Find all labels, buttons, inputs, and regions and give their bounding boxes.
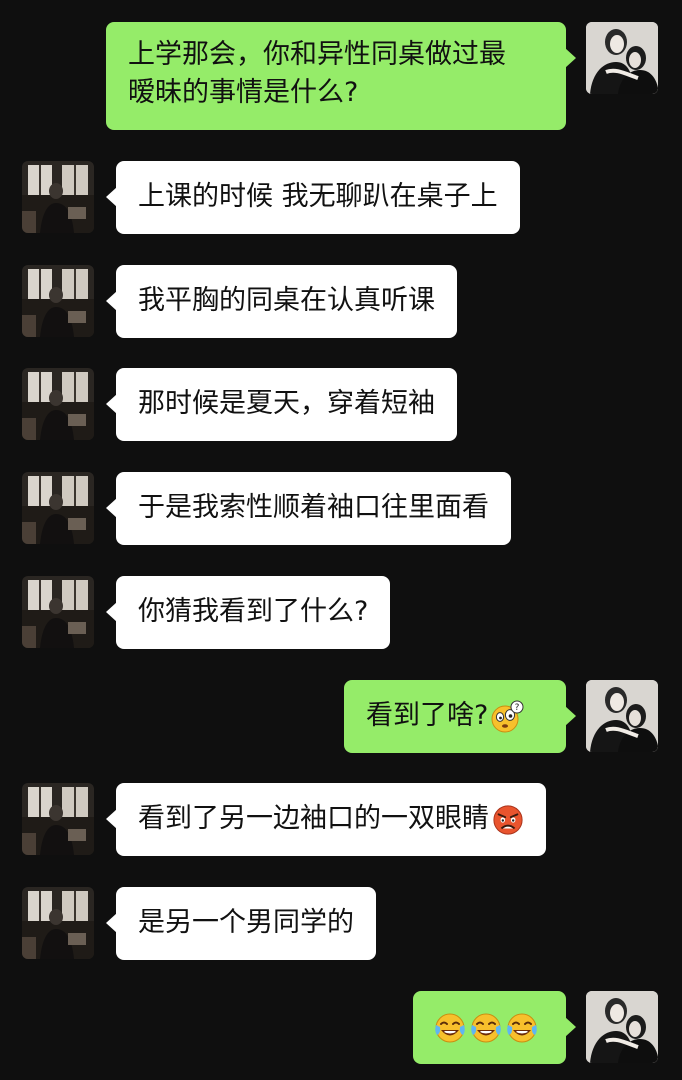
message-text: 看到了另一边袖口的一双眼睛 <box>138 803 489 834</box>
message-bubble-other[interactable]: 我平胸的同桌在认真听课 <box>106 265 457 338</box>
message-row-other: 上课的时候 我无聊趴在桌子上 <box>0 161 682 234</box>
message-bubble-self[interactable] <box>413 991 576 1064</box>
chat-thread: 上学那会，你和异性同桌做过最 暧昧的事情是什么? 上课的时候 我无聊趴在桌子上 … <box>0 0 682 1080</box>
message-row-other: 看到了另一边袖口的一双眼睛 <box>0 783 682 856</box>
message-bubble-other[interactable]: 上课的时候 我无聊趴在桌子上 <box>106 161 520 234</box>
message-row-self <box>0 991 682 1064</box>
message-text-line-2: 暧昧的事情是什么? <box>128 77 359 108</box>
message-bubble-other[interactable]: 你猜我看到了什么? <box>105 576 391 649</box>
contact-avatar[interactable] <box>22 368 94 440</box>
message-bubble-other[interactable]: 那时候是夏天，穿着短袖 <box>106 368 457 441</box>
couple-photo-avatar-icon <box>586 680 658 752</box>
message-text: 我平胸的同桌在认真听课 <box>138 285 435 316</box>
tears-of-joy-icon <box>505 1011 539 1045</box>
tears-of-joy-icon <box>433 1011 467 1045</box>
message-text: 你猜我看到了什么? <box>138 596 369 627</box>
dark-room-figure-avatar-icon <box>22 265 94 337</box>
message-bubble-other[interactable]: 看到了另一边袖口的一双眼睛 <box>106 783 546 856</box>
tears-of-joy-icon <box>469 1011 503 1045</box>
dark-room-figure-avatar-icon <box>22 783 94 855</box>
contact-avatar[interactable] <box>22 472 94 544</box>
contact-avatar[interactable] <box>22 265 94 337</box>
contact-avatar[interactable] <box>22 887 94 959</box>
dark-room-figure-avatar-icon <box>22 472 94 544</box>
message-row-self: 看到了啥? <box>0 680 682 753</box>
message-bubble-other[interactable]: 于是我索性顺着袖口往里面看 <box>106 472 511 545</box>
dark-room-figure-avatar-icon <box>22 161 94 233</box>
message-row-other: 我平胸的同桌在认真听课 <box>0 265 682 338</box>
message-text: 上课的时候 我无聊趴在桌子上 <box>138 181 498 212</box>
message-row-other: 是另一个男同学的 <box>0 887 682 960</box>
message-row-other: 那时候是夏天，穿着短袖 <box>0 368 682 441</box>
self-avatar[interactable] <box>586 22 658 94</box>
message-bubble-self[interactable]: 上学那会，你和异性同桌做过最 暧昧的事情是什么? <box>106 22 576 130</box>
message-text: 于是我索性顺着袖口往里面看 <box>138 492 489 523</box>
message-bubble-self[interactable]: 看到了啥? <box>344 680 576 753</box>
couple-photo-avatar-icon <box>586 991 658 1063</box>
message-row-other: 你猜我看到了什么? <box>0 576 682 649</box>
message-text: 看到了啥? <box>366 700 489 731</box>
message-row-other: 于是我索性顺着袖口往里面看 <box>0 472 682 545</box>
message-text-line-1: 上学那会，你和异性同桌做过最 <box>128 39 506 70</box>
contact-avatar[interactable] <box>22 161 94 233</box>
dark-room-figure-avatar-icon <box>22 576 94 648</box>
message-text: 那时候是夏天，穿着短袖 <box>138 388 435 419</box>
confused-face-icon <box>490 700 524 734</box>
message-text: 是另一个男同学的 <box>138 907 354 938</box>
angry-face-icon <box>492 804 524 836</box>
contact-avatar[interactable] <box>22 576 94 648</box>
self-avatar[interactable] <box>586 991 658 1063</box>
dark-room-figure-avatar-icon <box>22 368 94 440</box>
couple-photo-avatar-icon <box>586 22 658 94</box>
contact-avatar[interactable] <box>22 783 94 855</box>
message-row-self: 上学那会，你和异性同桌做过最 暧昧的事情是什么? <box>0 22 682 130</box>
message-bubble-other[interactable]: 是另一个男同学的 <box>106 887 376 960</box>
self-avatar[interactable] <box>586 680 658 752</box>
dark-room-figure-avatar-icon <box>22 887 94 959</box>
